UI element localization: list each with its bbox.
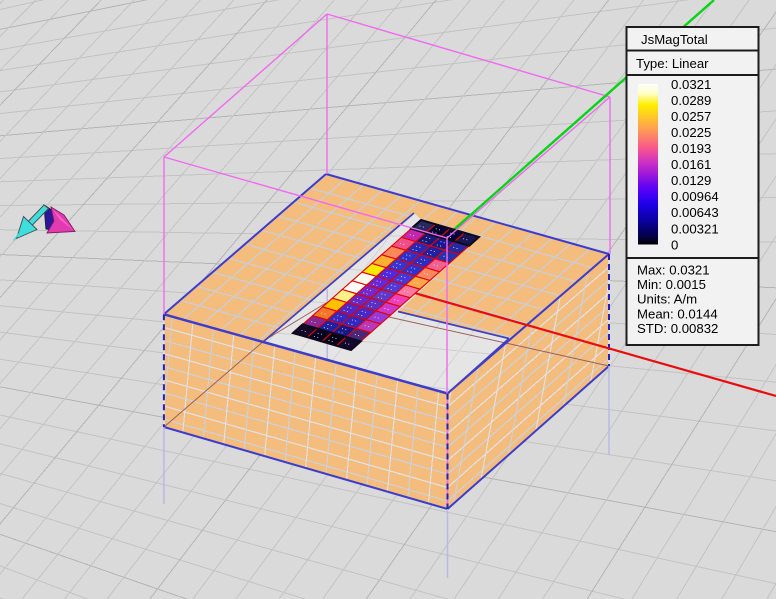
svg-text:JsMagTotal: JsMagTotal xyxy=(641,32,708,47)
svg-text:0.0129: 0.0129 xyxy=(671,173,711,188)
svg-text:0.0321: 0.0321 xyxy=(671,77,711,92)
svg-text:0.0289: 0.0289 xyxy=(671,93,711,108)
svg-text:STD: 0.00832: STD: 0.00832 xyxy=(637,321,718,336)
svg-text:Max: 0.0321: Max: 0.0321 xyxy=(637,263,710,278)
svg-text:Mean: 0.0144: Mean: 0.0144 xyxy=(637,306,718,321)
svg-text:0.0225: 0.0225 xyxy=(671,125,711,140)
svg-text:0.0193: 0.0193 xyxy=(671,141,711,156)
svg-text:Type: Linear: Type: Linear xyxy=(636,56,709,71)
svg-text:Units: A/m: Units: A/m xyxy=(637,292,697,307)
svg-text:0.00321: 0.00321 xyxy=(671,221,719,236)
svg-text:0: 0 xyxy=(671,237,678,252)
svg-text:0.0257: 0.0257 xyxy=(671,109,711,124)
svg-text:0.00643: 0.00643 xyxy=(671,205,719,220)
svg-text:0.00964: 0.00964 xyxy=(671,189,719,204)
svg-text:0.0161: 0.0161 xyxy=(671,157,711,172)
svg-text:Min: 0.0015: Min: 0.0015 xyxy=(637,277,706,292)
